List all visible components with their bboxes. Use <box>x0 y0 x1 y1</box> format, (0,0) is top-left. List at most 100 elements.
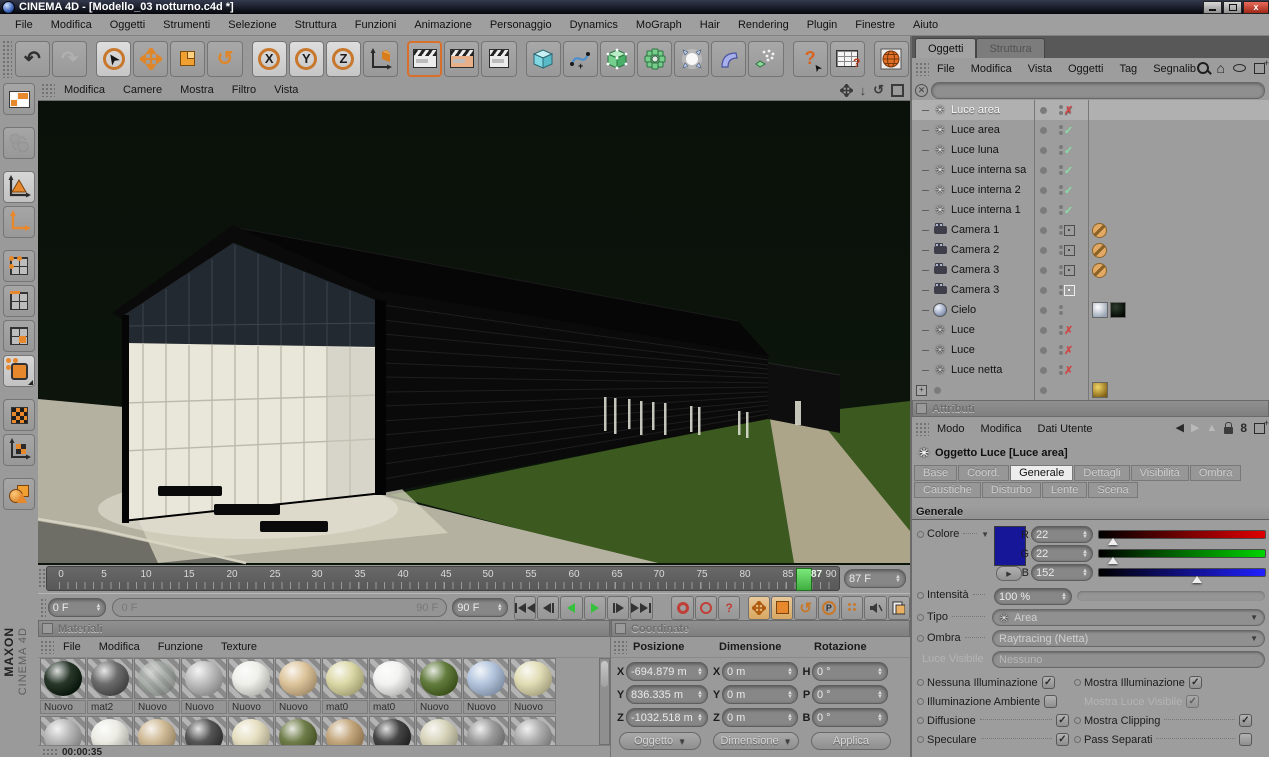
protection-tag[interactable] <box>1092 242 1107 258</box>
coordinate-system-button[interactable] <box>363 40 399 77</box>
tab-ombra[interactable]: Ombra <box>1189 465 1242 481</box>
tab-coord[interactable]: Coord. <box>958 465 1010 481</box>
scale-tool-button[interactable] <box>170 40 206 77</box>
tab-scena[interactable]: Scena <box>1088 482 1138 498</box>
om-menu-item[interactable]: Oggetti <box>1060 63 1111 75</box>
menu-item[interactable]: Dynamics <box>561 19 627 31</box>
visibility-dots[interactable] <box>1053 125 1063 135</box>
rotate-tool-button[interactable]: ↺ <box>207 40 243 77</box>
attr-drag-handle[interactable] <box>915 422 929 436</box>
size-mode-dropdown[interactable]: Dimensione ▼ <box>713 732 799 750</box>
position-x-field[interactable]: -694.879 m ▲ ▼ <box>626 662 708 681</box>
om-menu-item[interactable]: File <box>929 63 963 75</box>
visibility-dots[interactable] <box>1053 165 1063 175</box>
om-menu-item[interactable]: Tag <box>1111 63 1145 75</box>
texture-axis-mode-button[interactable] <box>3 434 35 466</box>
object-row[interactable]: ✳ Luce area ✗ <box>912 100 1269 120</box>
coord-mode-dropdown[interactable]: Oggetto ▼ <box>619 732 701 750</box>
primitives-button[interactable] <box>3 478 35 510</box>
material-tag-icon[interactable] <box>1092 302 1108 318</box>
enabled-toggle[interactable]: ✓ <box>1064 164 1073 177</box>
next-key-button[interactable] <box>606 595 630 620</box>
materials-menu-item[interactable]: Modifica <box>90 641 149 653</box>
object-search-input[interactable] <box>931 81 1265 99</box>
r-slider-thumb[interactable] <box>1108 538 1118 545</box>
search-icon[interactable] <box>1196 62 1209 74</box>
material-name[interactable]: Nuovo <box>416 700 462 714</box>
menu-item[interactable]: Modifica <box>42 19 101 31</box>
menu-item[interactable]: Selezione <box>219 19 285 31</box>
keyframe-circle-icon[interactable] <box>917 530 924 538</box>
add-deformer-button[interactable] <box>711 40 747 77</box>
enabled-toggle[interactable]: ✓ <box>1064 144 1073 157</box>
frame-range-slider[interactable]: 0 F 90 F <box>112 598 448 617</box>
current-frame-field[interactable]: 87 F ▲ ▼ <box>844 569 906 588</box>
checkbox-nessuna-illuminazione[interactable]: ✓ <box>1041 676 1055 689</box>
material-thumbnail[interactable] <box>369 658 415 699</box>
history-forward-icon[interactable]: ▶ <box>1191 422 1199 434</box>
enabled-toggle[interactable]: ✓ <box>1064 124 1073 137</box>
key-scale-button[interactable] <box>771 595 794 620</box>
x-axis-lock-button[interactable]: X <box>251 40 287 77</box>
enabled-toggle[interactable]: ✗ <box>1064 364 1073 377</box>
rotation-h-field[interactable]: 0 ° ▲ ▼ <box>812 662 888 681</box>
object-row[interactable]: ✳ Luce netta ✗ <box>912 360 1269 380</box>
convert-object-button[interactable] <box>3 127 35 159</box>
material-tag-icon[interactable] <box>1092 382 1108 398</box>
render-settings-button[interactable] <box>481 40 517 77</box>
layer-dot[interactable] <box>1040 106 1047 114</box>
material-name[interactable]: Nuovo <box>463 700 509 714</box>
material-thumbnail[interactable] <box>134 658 180 699</box>
expand-icon[interactable]: + <box>916 384 927 396</box>
menu-item[interactable]: Hair <box>691 19 729 31</box>
keyframe-selection-button[interactable]: ? <box>718 595 741 620</box>
keyframe-circle-icon[interactable] <box>917 613 924 621</box>
b-slider[interactable] <box>1098 568 1266 577</box>
layer-dot[interactable] <box>1040 206 1047 214</box>
keyframe-circle-icon[interactable] <box>1074 717 1081 724</box>
history-back-icon[interactable]: ◀ <box>1175 422 1183 434</box>
visibility-dots[interactable] <box>1053 205 1063 215</box>
material-thumbnail[interactable] <box>416 716 462 745</box>
color-expand-arrow[interactable]: ▼ <box>981 530 989 539</box>
camera-active-toggle[interactable] <box>1064 284 1075 296</box>
autokey-button[interactable] <box>694 595 718 620</box>
attr-menu-item[interactable]: Modifica <box>973 423 1030 435</box>
object-row-partial[interactable]: + <box>912 380 1269 400</box>
layer-dot[interactable] <box>1040 166 1047 174</box>
rotation-p-field[interactable]: 0 ° ▲ ▼ <box>812 685 888 704</box>
material-name[interactable]: Nuovo <box>228 700 274 714</box>
key-rotation-button[interactable]: ↺ <box>794 595 817 620</box>
key-pla-button[interactable] <box>841 595 864 620</box>
viewport-menu-item[interactable]: Vista <box>265 84 307 96</box>
clear-search-icon[interactable]: ✕ <box>915 83 928 97</box>
om-menu-item[interactable]: Modifica <box>963 63 1020 75</box>
enabled-toggle[interactable]: ✗ <box>1064 104 1073 117</box>
layer-dot[interactable] <box>1040 306 1047 314</box>
om-menu-item[interactable]: Segnalib <box>1145 63 1204 75</box>
keyframe-circle-icon[interactable] <box>917 698 924 705</box>
layer-dot[interactable] <box>1040 246 1047 254</box>
keyframe-circle-icon[interactable] <box>917 591 924 599</box>
render-view-button[interactable] <box>407 40 443 77</box>
render-picture-viewer-button[interactable] <box>444 40 480 77</box>
key-parameter-button[interactable]: P <box>817 595 841 620</box>
keyframe-circle-icon[interactable] <box>917 634 924 642</box>
visible-light-dropdown[interactable]: Nessuno ▼ <box>992 651 1265 668</box>
start-frame-field[interactable]: 0 F ▲ ▼ <box>47 598 107 617</box>
tab-oggetti[interactable]: Oggetti <box>915 38 977 58</box>
pan-view-icon[interactable] <box>839 83 853 97</box>
keyframe-circle-icon[interactable] <box>917 736 924 743</box>
material-name[interactable]: Nuovo <box>181 700 227 714</box>
enabled-toggle[interactable]: ✗ <box>1064 344 1073 357</box>
object-row[interactable]: ✳ Luce ✗ <box>912 340 1269 360</box>
material-name[interactable]: Nuovo <box>510 700 556 714</box>
end-stepper[interactable]: ▲ ▼ <box>497 603 503 613</box>
timeline-ruler[interactable]: 0 5 10 15 20 25 30 35 40 45 50 55 60 65 … <box>46 566 840 591</box>
title-bar[interactable]: CINEMA 4D - [Modello_03 notturno.c4d *] … <box>0 0 1269 14</box>
tab-lente[interactable]: Lente <box>1041 482 1088 498</box>
panel-options-icon[interactable] <box>1254 418 1269 434</box>
material-thumbnail[interactable] <box>322 658 368 699</box>
visibility-dots[interactable] <box>1053 145 1063 155</box>
home-icon[interactable]: ⌂ <box>1217 61 1225 75</box>
